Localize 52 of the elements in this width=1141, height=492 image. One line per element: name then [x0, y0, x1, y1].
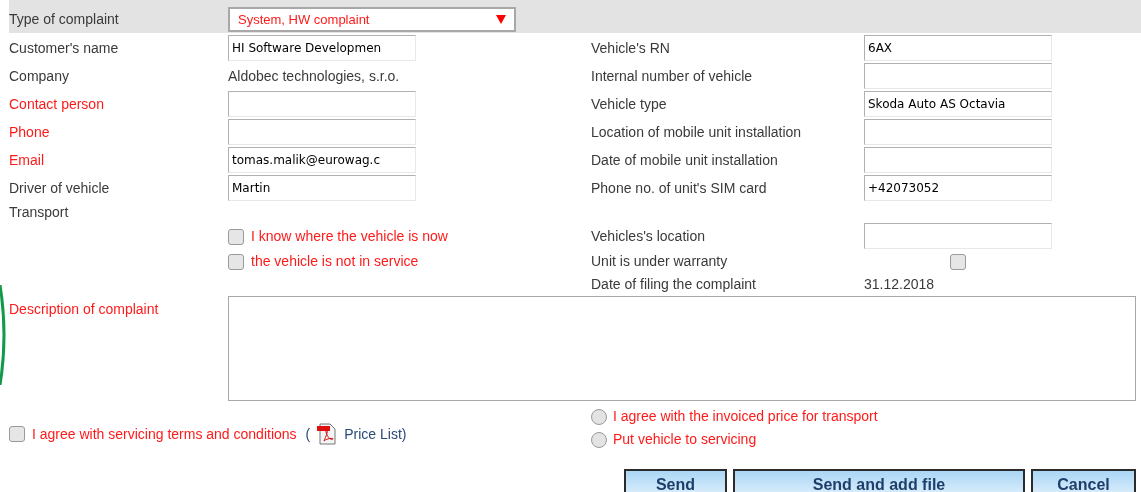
form-button[interactable]: Send and add file [733, 469, 1025, 492]
field-label: Transport [9, 202, 69, 222]
field-label: Phone no. of unit's SIM card [591, 178, 768, 198]
description-textarea[interactable] [228, 296, 1136, 401]
field-label: Unit is under warranty [591, 252, 729, 271]
input-field[interactable] [228, 91, 416, 117]
checkbox[interactable] [228, 228, 244, 245]
form-button[interactable]: Cancel [1031, 469, 1136, 492]
field-label: Customer's name [9, 38, 120, 58]
field-label: Vehicle's RN [591, 38, 671, 58]
checkbox[interactable] [9, 426, 25, 442]
input-field[interactable] [228, 119, 416, 145]
field-label: Type of complaint [9, 10, 120, 29]
checkbox-label: I know where the vehicle is now [251, 227, 448, 246]
input-field[interactable] [864, 63, 1052, 89]
field-label: Vehicle type [591, 94, 668, 114]
dropdown-arrow-icon [496, 15, 506, 24]
input-field[interactable] [864, 223, 1052, 249]
input-field[interactable]: +42073052 [864, 175, 1052, 201]
radio-label: Put vehicle to servicing [613, 430, 757, 449]
price-list-link[interactable]: Price List) [344, 423, 407, 445]
input-field[interactable]: 6AX [864, 35, 1052, 61]
field-label: Phone [9, 122, 51, 142]
checkbox-label: the vehicle is not in service [251, 252, 419, 271]
field-value: 31.12.2018 [864, 275, 935, 294]
input-field[interactable]: Martin [228, 175, 416, 201]
field-label: Email [9, 150, 45, 170]
complaint-type-select[interactable]: System, HW complaint [228, 7, 516, 32]
form-button[interactable]: Send [624, 469, 727, 492]
paren-text: ( [305, 424, 311, 444]
checkbox[interactable] [950, 253, 966, 270]
radio-label: I agree with the invoiced price for transport [613, 407, 878, 426]
field-label: Company [9, 66, 70, 86]
field-label: Date of filing the complaint [591, 275, 757, 294]
input-field[interactable]: Skoda Auto AS Octavia [864, 91, 1052, 117]
field-value: Aldobec technologies, s.r.o. [228, 66, 400, 86]
pdf-file-icon [317, 423, 338, 445]
radio-button[interactable] [591, 431, 607, 448]
input-field[interactable]: HI Software Developmen [228, 35, 416, 61]
field-label: Description of complaint [9, 300, 160, 319]
field-label: Date of mobile unit installation [591, 150, 779, 170]
input-field[interactable]: tomas.malik@eurowag.c [228, 147, 416, 173]
checkbox[interactable] [228, 253, 244, 270]
radio-button[interactable] [591, 408, 607, 425]
field-label: Internal number of vehicle [591, 66, 754, 86]
terms-label: I agree with servicing terms and conditions [32, 424, 297, 444]
field-label: Driver of vehicle [9, 178, 111, 198]
input-field[interactable] [864, 119, 1052, 145]
field-label: Contact person [9, 94, 105, 114]
field-label: Location of mobile unit installation [591, 122, 803, 142]
input-field[interactable] [864, 147, 1052, 173]
field-label: Vehicles's location [591, 226, 706, 246]
